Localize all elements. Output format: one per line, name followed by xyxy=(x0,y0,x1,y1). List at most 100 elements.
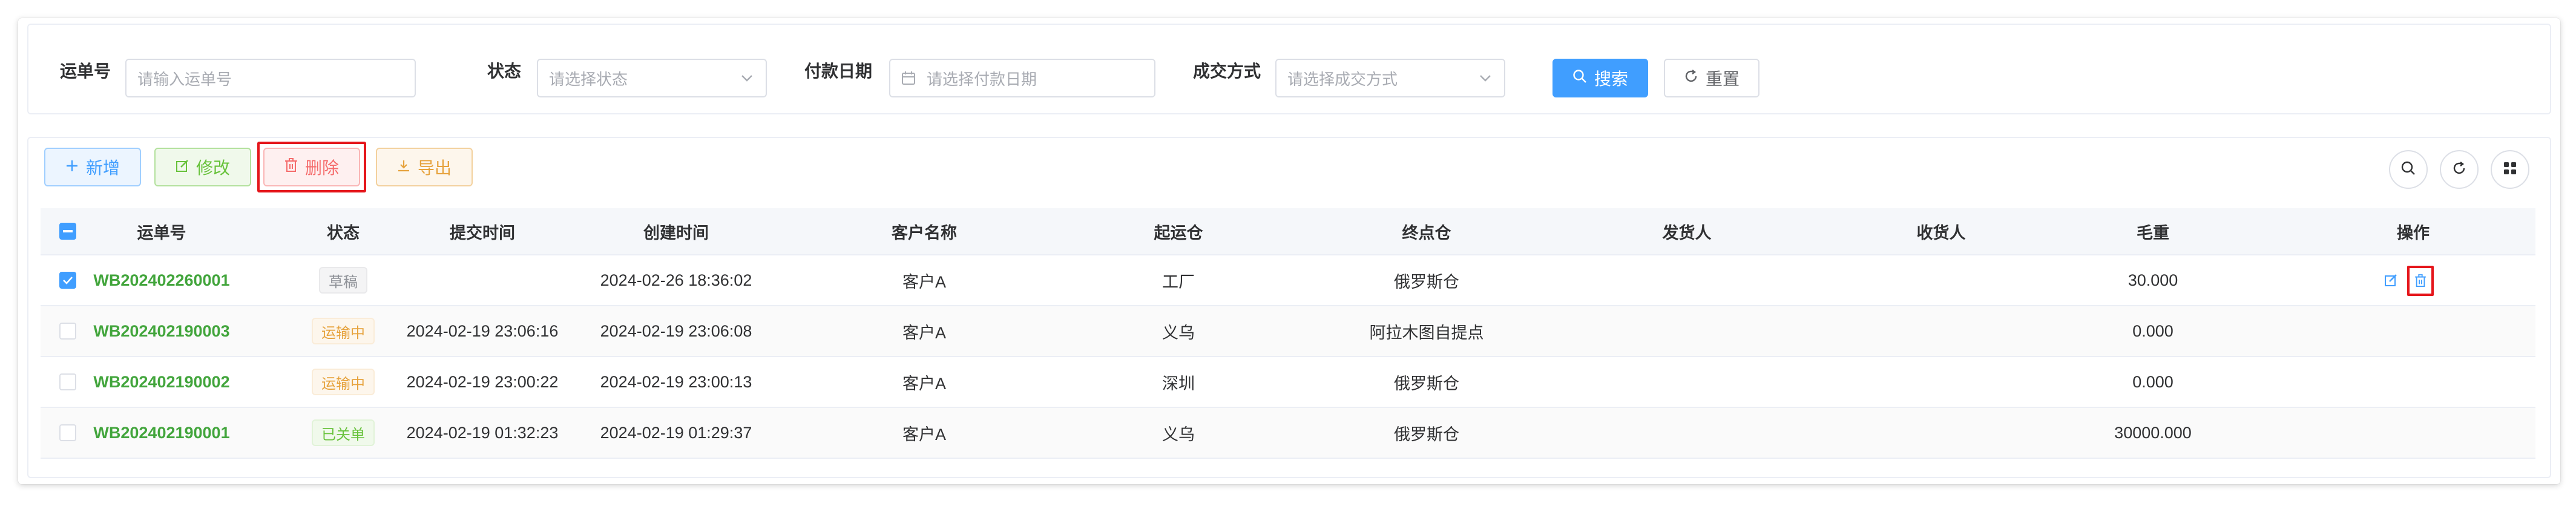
trash-icon xyxy=(2411,272,2430,290)
chevron-down-icon xyxy=(1477,70,1493,86)
customer-cell: 客户A xyxy=(902,323,946,342)
delete-highlight-box xyxy=(257,142,366,192)
status-cell: 运输中 xyxy=(301,357,386,407)
add-button[interactable]: 新增 xyxy=(44,148,141,186)
add-button-label: 新增 xyxy=(85,159,120,177)
create-time-cell: 2024-02-19 23:00:13 xyxy=(600,372,752,391)
customer-cell: 客户A xyxy=(902,272,946,291)
consignee-cell xyxy=(1881,357,2002,407)
consignee-cell xyxy=(1881,306,2002,356)
search-panel: 运单号 请输入运单号 状态 请选择状态 付款日期 请选择付款日期 成交方式 请选… xyxy=(27,24,2551,114)
weight-cell: 30.000 xyxy=(2128,271,2178,289)
app-window: 运单号 请输入运单号 状态 请选择状态 付款日期 请选择付款日期 成交方式 请选… xyxy=(18,18,2560,484)
row-select-cell xyxy=(53,408,83,458)
table-row[interactable]: WB202402190002 运输中 2024-02-19 23:00:22 2… xyxy=(41,357,2535,408)
waybill-input[interactable]: 请输入运单号 xyxy=(125,59,416,97)
status-cell: 运输中 xyxy=(301,306,386,356)
create-time-cell: 2024-02-26 18:36:02 xyxy=(600,271,752,289)
row-checkbox[interactable] xyxy=(59,323,76,340)
status-select[interactable]: 请选择状态 xyxy=(537,59,767,97)
select-all-cell xyxy=(53,208,83,254)
row-select-cell xyxy=(53,306,83,356)
shipper-cell xyxy=(1626,408,1747,458)
search-icon xyxy=(2400,160,2416,179)
search-icon xyxy=(1572,68,1587,88)
row-checkbox[interactable] xyxy=(59,424,76,441)
status-badge: 运输中 xyxy=(312,318,375,344)
shipper-cell xyxy=(1626,306,1747,356)
status-cell: 草稿 xyxy=(301,255,386,305)
search-button[interactable]: 搜索 xyxy=(1552,59,1648,97)
status-label: 状态 xyxy=(487,62,522,80)
edit-button-label: 修改 xyxy=(196,159,230,177)
destination-cell: 俄罗斯仓 xyxy=(1394,425,1459,444)
weight-cell: 0.000 xyxy=(2132,321,2174,340)
header-create-time[interactable]: 创建时间 xyxy=(597,208,755,254)
deal-select[interactable]: 请选择成交方式 xyxy=(1275,59,1505,97)
table-row[interactable]: WB202402190001 已关单 2024-02-19 01:32:23 2… xyxy=(41,408,2535,459)
status-placeholder: 请选择状态 xyxy=(549,70,628,88)
table-header: 运单号 状态 提交时间 创建时间 客户名称 起运仓 终点仓 发货人 收货人 毛重… xyxy=(41,208,2535,255)
header-destination[interactable]: 终点仓 xyxy=(1348,208,1505,254)
row-select-cell xyxy=(53,357,83,407)
header-weight[interactable]: 毛重 xyxy=(2062,208,2244,254)
grid-icon xyxy=(2503,161,2517,179)
refresh-icon xyxy=(1684,68,1698,88)
row-checkbox[interactable] xyxy=(59,272,76,289)
row-checkbox[interactable] xyxy=(59,373,76,390)
header-shipper[interactable]: 发货人 xyxy=(1626,208,1747,254)
download-icon xyxy=(397,157,410,177)
customer-cell: 客户A xyxy=(902,425,946,444)
edit-icon xyxy=(176,157,189,177)
status-cell: 已关单 xyxy=(301,408,386,458)
origin-cell: 工厂 xyxy=(1162,272,1195,291)
columns-button[interactable] xyxy=(2491,150,2529,189)
origin-cell: 义乌 xyxy=(1162,425,1195,444)
header-customer[interactable]: 客户名称 xyxy=(864,208,985,254)
export-button[interactable]: 导出 xyxy=(376,148,473,186)
header-status[interactable]: 状态 xyxy=(301,208,386,254)
paydate-label: 付款日期 xyxy=(804,62,873,80)
row-select-cell xyxy=(53,255,83,305)
origin-cell: 深圳 xyxy=(1162,374,1195,393)
submit-time-cell: 2024-02-19 01:32:23 xyxy=(406,423,559,442)
row-edit-action[interactable] xyxy=(2382,255,2400,305)
status-badge: 草稿 xyxy=(319,267,367,294)
weight-cell: 30000.000 xyxy=(2114,423,2192,442)
header-origin[interactable]: 起运仓 xyxy=(1118,208,1239,254)
consignee-cell xyxy=(1881,255,2002,305)
waybill-link[interactable]: WB202402190001 xyxy=(93,408,229,458)
toggle-search-button[interactable] xyxy=(2389,150,2428,189)
header-consignee[interactable]: 收货人 xyxy=(1881,208,2002,254)
edit-button[interactable]: 修改 xyxy=(154,148,251,186)
destination-cell: 俄罗斯仓 xyxy=(1394,272,1459,291)
waybill-link[interactable]: WB202402190002 xyxy=(93,357,229,407)
header-waybill[interactable]: 运单号 xyxy=(101,208,222,254)
table-row[interactable]: WB202402260001 草稿 2024-02-26 18:36:02 客户… xyxy=(41,255,2535,306)
edit-icon xyxy=(2382,271,2400,289)
waybill-link[interactable]: WB202402260001 xyxy=(93,255,229,305)
select-all-checkbox[interactable] xyxy=(59,223,76,240)
deal-label: 成交方式 xyxy=(1193,62,1261,80)
waybill-link[interactable]: WB202402190003 xyxy=(93,306,229,356)
reset-button[interactable]: 重置 xyxy=(1664,59,1760,97)
status-badge: 已关单 xyxy=(312,419,375,446)
deal-placeholder: 请选择成交方式 xyxy=(1287,70,1398,88)
row-delete-action[interactable] xyxy=(2407,266,2434,296)
submit-time-cell: 2024-02-19 23:06:16 xyxy=(406,321,559,340)
refresh-button[interactable] xyxy=(2440,150,2479,189)
table-row[interactable]: WB202402190003 运输中 2024-02-19 23:06:16 2… xyxy=(41,306,2535,357)
plus-icon xyxy=(65,157,79,177)
paydate-picker[interactable]: 请选择付款日期 xyxy=(889,59,1155,97)
weight-cell: 0.000 xyxy=(2132,372,2174,391)
chevron-down-icon xyxy=(739,70,755,86)
destination-cell: 阿拉木图自提点 xyxy=(1369,323,1484,342)
submit-time-cell xyxy=(404,255,561,305)
waybill-label: 运单号 xyxy=(60,62,111,80)
destination-cell: 俄罗斯仓 xyxy=(1394,374,1459,393)
create-time-cell: 2024-02-19 23:06:08 xyxy=(600,321,752,340)
header-submit-time[interactable]: 提交时间 xyxy=(404,208,561,254)
waybill-table: 运单号 状态 提交时间 创建时间 客户名称 起运仓 终点仓 发货人 收货人 毛重… xyxy=(41,208,2535,459)
customer-cell: 客户A xyxy=(902,374,946,393)
consignee-cell xyxy=(1881,408,2002,458)
